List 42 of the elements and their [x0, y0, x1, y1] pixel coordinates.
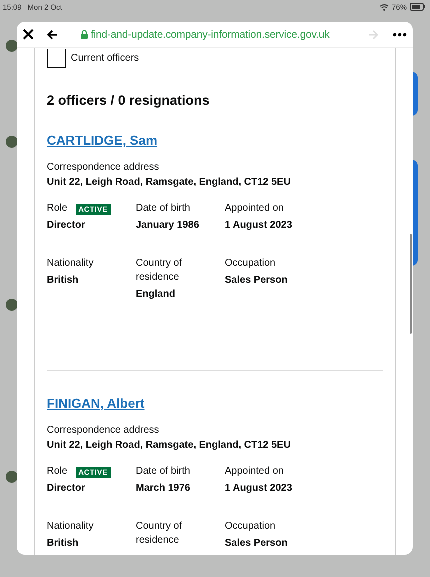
officer-name-link[interactable]: CARTLIDGE, Sam [47, 133, 158, 148]
field-value: Director [47, 220, 86, 231]
officer-name-link[interactable]: FINIGAN, Albert [47, 396, 145, 411]
officers-heading: 2 officers / 0 resignations [47, 93, 211, 108]
field-label: Date of birth [136, 465, 192, 479]
field-label: Correspondence address [47, 425, 160, 436]
avatar [6, 471, 18, 483]
field-value: Sales Person [225, 275, 289, 286]
avatar [6, 299, 18, 311]
field-value: Sales Person [225, 538, 289, 549]
field-label: Appointed on [225, 202, 285, 216]
wifi-icon [380, 4, 389, 10]
more-icon[interactable] [393, 32, 407, 36]
field-label: Appointed on [225, 465, 285, 479]
back-arrow-icon[interactable] [47, 30, 58, 40]
field-label: Occupation [225, 520, 277, 534]
field-value: England [136, 289, 176, 300]
checkbox[interactable] [47, 49, 66, 68]
field-value: January 1986 [136, 220, 200, 231]
field-value: Director [47, 483, 86, 494]
close-icon[interactable] [23, 29, 34, 40]
url-text[interactable]: find-and-update.company-information.service.gov.uk [91, 28, 330, 40]
field-label: Role [47, 465, 68, 479]
battery-icon [410, 3, 426, 11]
field-label: Occupation [225, 257, 277, 271]
field-label: Nationality [47, 520, 95, 534]
field-label: Role [47, 202, 68, 216]
field-label: Correspondence address [47, 162, 160, 173]
field-label: Date of birth [136, 202, 192, 216]
avatar [6, 40, 18, 52]
field-value: Unit 22, Leigh Road, Ramsgate, England, CT12 5EU [47, 177, 292, 188]
checkbox-label[interactable]: Current officers [71, 53, 140, 64]
field-label: Country of residence [136, 257, 184, 285]
field-value: Unit 22, Leigh Road, Ramsgate, England, CT12 5EU [47, 440, 292, 451]
field-value: British [47, 538, 80, 549]
avatar [6, 136, 18, 148]
field-value: March 1976 [136, 483, 192, 494]
field-label: Country of residence [136, 520, 184, 548]
field-value: 1 August 2023 [225, 483, 294, 494]
field-label: Nationality [47, 257, 95, 271]
field-value: 1 August 2023 [225, 220, 294, 231]
field-value: British [47, 275, 80, 286]
